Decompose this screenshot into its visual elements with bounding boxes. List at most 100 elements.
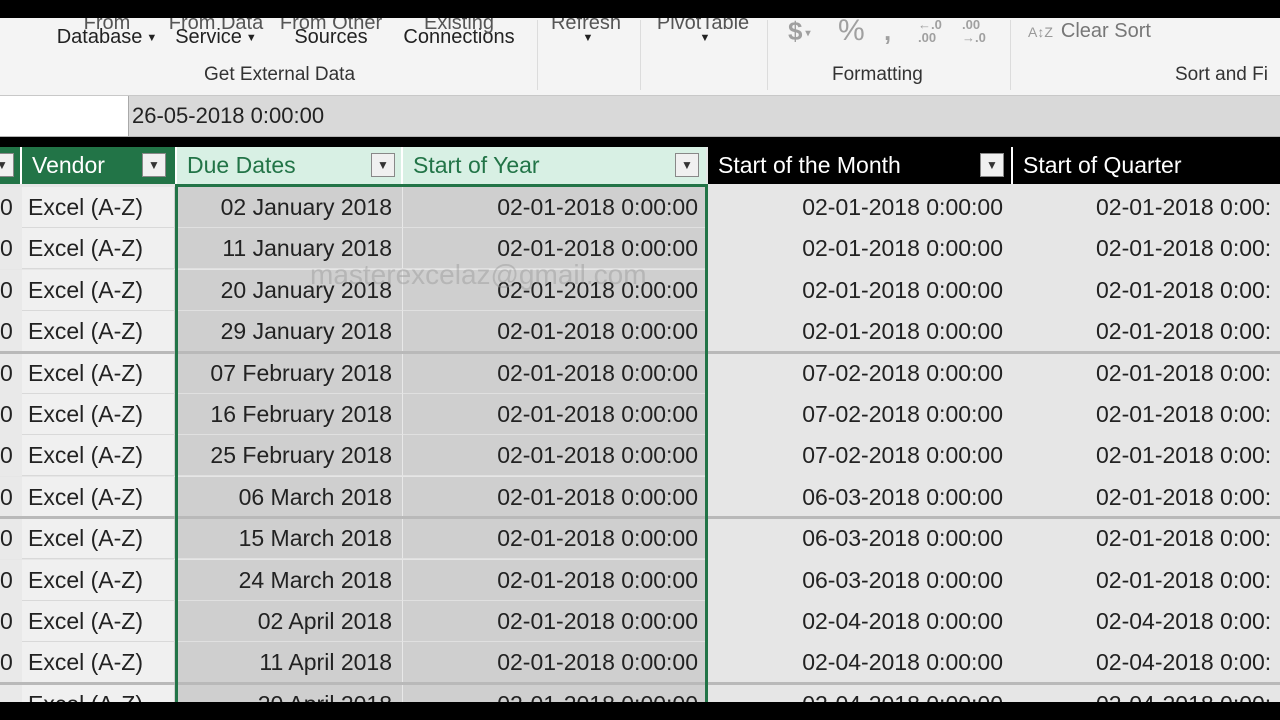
row-stub-cell[interactable]: 0 <box>0 476 22 518</box>
start-of-year-cell[interactable]: 02-01-2018 0:00:00 <box>403 311 705 353</box>
start-of-month-cell[interactable]: 02-04-2018 0:00:00 <box>708 642 1013 684</box>
start-of-month-cell[interactable]: 06-03-2018 0:00:00 <box>708 476 1013 518</box>
row-stub-cell[interactable] <box>0 683 22 702</box>
start-of-quarter-cell[interactable]: 02-01-2018 0:00: <box>1013 435 1280 477</box>
vendor-cell[interactable]: Excel (A-Z) <box>22 683 175 702</box>
start-of-quarter-cell[interactable]: 02-04-2018 0:00: <box>1013 601 1280 642</box>
start-of-year-cell[interactable]: 02-01-2018 0:00:00 <box>403 187 705 228</box>
due-date-cell[interactable]: 02 January 2018 <box>178 187 403 228</box>
row-stub-cell[interactable]: 0 <box>0 642 22 684</box>
start-of-year-cell[interactable]: 02-01-2018 0:00:00 <box>403 394 705 435</box>
currency-icon[interactable]: $ ▾ <box>788 16 811 47</box>
due-date-cell[interactable]: 20 January 2018 <box>178 269 403 311</box>
due-date-cell[interactable]: 24 March 2018 <box>178 559 403 601</box>
decrease-decimal-icon[interactable]: .00 →.0 <box>962 18 986 44</box>
comma-icon[interactable]: , <box>884 16 891 47</box>
formula-input[interactable]: 26-05-2018 0:00:00 <box>132 103 324 129</box>
row-stub-cell[interactable]: 0 <box>0 228 22 270</box>
start-of-quarter-cell[interactable]: 02-04-2018 0:00: <box>1013 642 1280 684</box>
vendor-cell[interactable]: Excel (A-Z) <box>22 559 175 601</box>
row-stub-cell[interactable]: 0 <box>0 311 22 353</box>
start-of-month-cell[interactable]: 06-03-2018 0:00:00 <box>708 518 1013 560</box>
start-of-year-cell[interactable]: 02-01-2018 0:00:00 <box>403 269 705 311</box>
row-stub-cell[interactable]: 0 <box>0 187 22 228</box>
from-database-button[interactable]: From Database ▼ <box>52 12 162 49</box>
existing-connections-button[interactable]: Existing Connections <box>392 12 526 49</box>
due-date-cell[interactable]: 07 February 2018 <box>178 352 403 394</box>
increase-decimal-icon[interactable]: ←.0.00 <box>918 18 942 44</box>
start-of-month-cell[interactable]: 02-04-2018 0:00:00 <box>708 683 1013 702</box>
vendor-cell[interactable]: Excel (A-Z) <box>22 269 175 311</box>
from-other-sources-button[interactable]: From Other Sources <box>278 12 384 49</box>
start-of-month-cell[interactable]: 02-01-2018 0:00:00 <box>708 269 1013 311</box>
row-stub-cell[interactable]: 0 <box>0 559 22 601</box>
vendor-cell[interactable]: Excel (A-Z) <box>22 642 175 684</box>
filter-dropdown-icon[interactable]: ▼ <box>675 153 699 177</box>
due-date-cell[interactable]: 11 January 2018 <box>178 228 403 270</box>
start-of-quarter-cell[interactable]: 02-01-2018 0:00: <box>1013 559 1280 601</box>
from-data-service-button[interactable]: From Data Service ▼ <box>166 12 266 49</box>
clear-sort-button[interactable]: A↕Z Clear Sort <box>1028 20 1151 43</box>
start-of-quarter-cell[interactable]: 02-01-2018 0:00: <box>1013 518 1280 560</box>
column-header-vendor[interactable]: Vendor ▼ <box>22 147 175 184</box>
vendor-cell[interactable]: Excel (A-Z) <box>22 228 175 270</box>
start-of-year-cell[interactable]: 02-01-2018 0:00:00 <box>403 518 705 560</box>
start-of-quarter-cell[interactable]: 02-01-2018 0:00: <box>1013 352 1280 394</box>
filter-dropdown-icon[interactable]: ▼ <box>371 153 395 177</box>
start-of-month-cell[interactable]: 02-01-2018 0:00:00 <box>708 187 1013 228</box>
start-of-year-cell[interactable]: 02-01-2018 0:00:00 <box>403 642 705 684</box>
row-stub-cell[interactable]: 0 <box>0 269 22 311</box>
start-of-month-cell[interactable]: 02-01-2018 0:00:00 <box>708 311 1013 353</box>
column-header-start-of-year[interactable]: Start of Year ▼ <box>403 147 706 184</box>
start-of-year-cell[interactable]: 02-01-2018 0:00:00 <box>403 352 705 394</box>
due-date-cell[interactable]: 15 March 2018 <box>178 518 403 560</box>
start-of-year-cell[interactable]: 02-01-2018 0:00:00 <box>403 476 705 518</box>
start-of-quarter-cell[interactable]: 02-04-2018 0:00: <box>1013 683 1280 702</box>
start-of-year-cell[interactable]: 02-01-2018 0:00:00 <box>403 435 705 477</box>
vendor-cell[interactable]: Excel (A-Z) <box>22 352 175 394</box>
start-of-month-cell[interactable]: 07-02-2018 0:00:00 <box>708 352 1013 394</box>
column-header-start-of-month[interactable]: Start of the Month ▼ <box>708 147 1011 184</box>
due-date-cell[interactable]: 20 April 2018 <box>178 683 403 702</box>
start-of-quarter-cell[interactable]: 02-01-2018 0:00: <box>1013 228 1280 270</box>
row-stub-cell[interactable]: 0 <box>0 352 22 394</box>
refresh-button[interactable]: Refresh ▼ <box>548 12 624 49</box>
start-of-month-cell[interactable]: 02-01-2018 0:00:00 <box>708 228 1013 270</box>
start-of-quarter-cell[interactable]: 02-01-2018 0:00: <box>1013 476 1280 518</box>
start-of-month-cell[interactable]: 06-03-2018 0:00:00 <box>708 559 1013 601</box>
filter-dropdown-icon[interactable]: ▼ <box>980 153 1004 177</box>
vendor-cell[interactable]: Excel (A-Z) <box>22 476 175 518</box>
vendor-cell[interactable]: Excel (A-Z) <box>22 435 175 477</box>
row-stub-cell[interactable]: 0 <box>0 394 22 435</box>
pivottable-button[interactable]: PivotTable ▼ <box>650 12 756 49</box>
start-of-year-cell[interactable]: 02-01-2018 0:00:00 <box>403 601 705 642</box>
column-header-due-dates[interactable]: Due Dates ▼ <box>177 147 402 184</box>
vendor-cell[interactable]: Excel (A-Z) <box>22 394 175 435</box>
filter-dropdown-icon[interactable]: ▼ <box>142 153 166 177</box>
due-date-cell[interactable]: 16 February 2018 <box>178 394 403 435</box>
row-stub-cell[interactable]: 0 <box>0 518 22 560</box>
due-date-cell[interactable]: 06 March 2018 <box>178 476 403 518</box>
start-of-month-cell[interactable]: 07-02-2018 0:00:00 <box>708 394 1013 435</box>
start-of-month-cell[interactable]: 02-04-2018 0:00:00 <box>708 601 1013 642</box>
start-of-quarter-cell[interactable]: 02-01-2018 0:00: <box>1013 269 1280 311</box>
due-date-cell[interactable]: 29 January 2018 <box>178 311 403 353</box>
column-header-partial[interactable]: ▼ <box>0 147 22 184</box>
row-stub-cell[interactable]: 0 <box>0 435 22 477</box>
filter-dropdown-icon[interactable]: ▼ <box>0 153 14 177</box>
percent-icon[interactable]: % <box>838 14 865 48</box>
vendor-cell[interactable]: Excel (A-Z) <box>22 601 175 642</box>
start-of-year-cell[interactable]: 02-01-2018 0:00:00 <box>403 559 705 601</box>
due-date-cell[interactable]: 02 April 2018 <box>178 601 403 642</box>
vendor-cell[interactable]: Excel (A-Z) <box>22 187 175 228</box>
row-stub-cell[interactable]: 0 <box>0 601 22 642</box>
due-date-cell[interactable]: 11 April 2018 <box>178 642 403 684</box>
start-of-year-cell[interactable]: 02-01-2018 0:00:00 <box>403 683 705 702</box>
name-box[interactable] <box>0 96 129 136</box>
start-of-quarter-cell[interactable]: 02-01-2018 0:00: <box>1013 394 1280 435</box>
start-of-quarter-cell[interactable]: 02-01-2018 0:00: <box>1013 187 1280 228</box>
start-of-year-cell[interactable]: 02-01-2018 0:00:00 <box>403 228 705 270</box>
vendor-cell[interactable]: Excel (A-Z) <box>22 311 175 353</box>
column-header-start-of-quarter[interactable]: Start of Quarter <box>1013 147 1280 184</box>
start-of-quarter-cell[interactable]: 02-01-2018 0:00: <box>1013 311 1280 353</box>
